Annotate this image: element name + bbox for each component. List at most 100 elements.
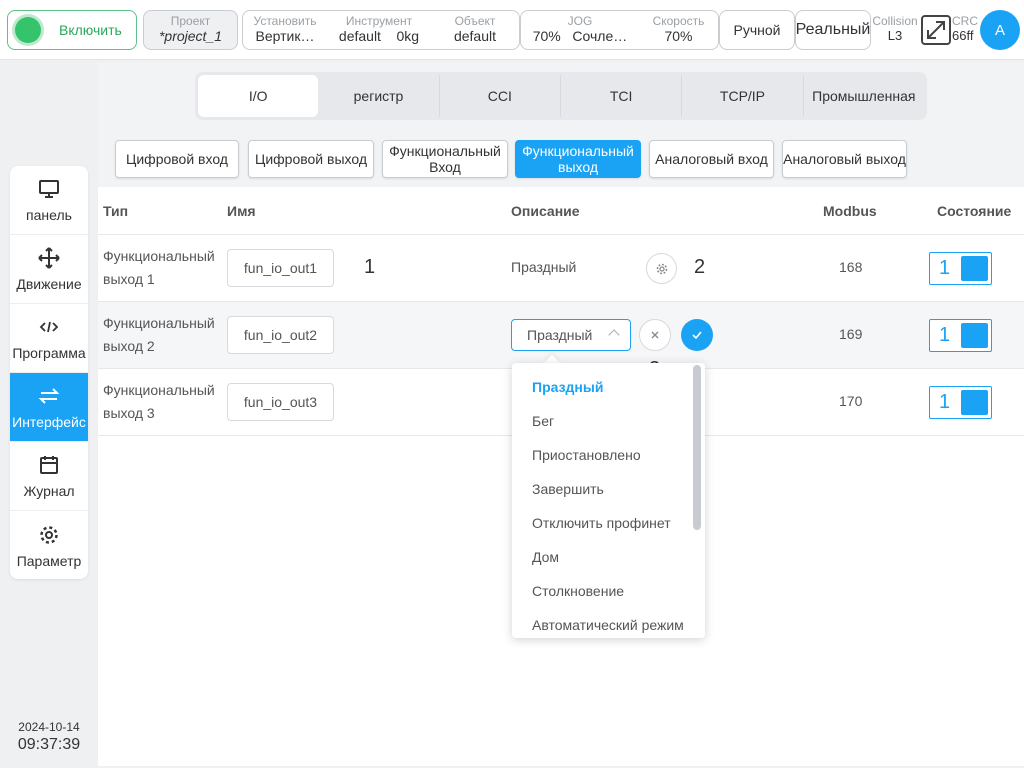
current-date: 2024-10-14 <box>18 720 80 734</box>
setup-group[interactable]: Установить Вертик… Инструмент default 0k… <box>242 10 520 50</box>
sidebar-item-label: Движение <box>16 276 82 292</box>
crc-caption: CRC <box>952 14 978 28</box>
setup-caption: Установить <box>253 14 317 28</box>
sidebar-item-motion[interactable]: Движение <box>10 235 88 304</box>
dropdown-option[interactable]: Дом <box>532 549 559 565</box>
object-caption: Объект <box>454 14 496 28</box>
subtab-analog-output[interactable]: Аналоговый выход <box>782 140 907 178</box>
table-header: Тип Имя Описание Modbus Состояние <box>98 187 1024 235</box>
tab-cci[interactable]: CCI <box>440 75 561 117</box>
annotation-1: 1 <box>364 256 376 278</box>
subtab-analog-input[interactable]: Аналоговый вход <box>649 140 774 178</box>
name-input[interactable]: fun_io_out2 <box>227 316 334 354</box>
sidebar-item-program[interactable]: Программа <box>10 304 88 373</box>
subtab-digital-output[interactable]: Цифровой выход <box>248 140 374 178</box>
jog-mode: Сочле… <box>572 28 628 44</box>
tab-tci[interactable]: TCI <box>561 75 683 117</box>
expand-icon[interactable] <box>921 15 951 45</box>
gear-icon <box>37 523 61 547</box>
project-value: *project_1 <box>158 28 223 44</box>
manual-mode-button[interactable]: Ручной <box>719 10 795 50</box>
sidebar-item-label: Журнал <box>23 483 75 499</box>
sidebar-item-label: панель <box>26 207 72 223</box>
tab-industrial[interactable]: Промышленная <box>804 75 924 117</box>
description-text: Праздный <box>511 259 577 275</box>
user-avatar[interactable]: A <box>980 10 1020 50</box>
modbus-address: 169 <box>839 326 863 342</box>
subtab-functional-output[interactable]: Функциональный выход <box>515 140 641 178</box>
object-value: default <box>453 28 497 44</box>
dropdown-scrollbar[interactable] <box>693 365 701 530</box>
enable-button[interactable]: Включить <box>7 10 137 50</box>
speed-cell[interactable]: Скорость 70% <box>639 11 718 49</box>
edit-description-button[interactable] <box>646 253 677 284</box>
sidebar-item-interface[interactable]: Интерфейс <box>10 373 88 442</box>
state-toggle[interactable]: 1 <box>929 252 992 285</box>
dropdown-option[interactable]: Отключить профинет <box>532 515 671 531</box>
dropdown-option[interactable]: Бег <box>532 413 554 429</box>
tab-io[interactable]: I/O <box>198 75 319 117</box>
sidebar-item-journal[interactable]: Журнал <box>10 442 88 511</box>
modbus-address: 170 <box>839 393 863 409</box>
column-header-type: Тип <box>103 203 129 219</box>
row-type: Функциональный выход 1 <box>103 248 215 287</box>
sidebar: панель Движение Программа Интерфейс Журн… <box>10 166 88 579</box>
dropdown-option[interactable]: Автоматический режим <box>532 617 684 633</box>
row-type: Функциональный выход 3 <box>103 382 215 421</box>
dropdown-option[interactable]: Столкновение <box>532 583 624 599</box>
state-toggle[interactable]: 1 <box>929 386 992 419</box>
code-icon <box>37 315 61 339</box>
real-mode-button[interactable]: Реальный <box>795 10 871 50</box>
system-clock: 2024-10-14 09:37:39 <box>10 720 88 754</box>
dropdown-option[interactable]: Завершить <box>532 481 604 497</box>
name-input[interactable]: fun_io_out3 <box>227 383 334 421</box>
jog-value: 70% Сочле… <box>521 28 639 45</box>
table-row: Функциональный выход 1 fun_io_out1 Празд… <box>98 235 1024 302</box>
jog-percent: 70% <box>532 28 561 44</box>
confirm-button[interactable] <box>681 319 713 351</box>
real-mode-label: Реальный <box>795 21 871 38</box>
project-caption: Проект <box>170 14 211 28</box>
crc-value: 66ff <box>952 28 974 43</box>
speed-value: 70% <box>664 28 693 44</box>
tab-register[interactable]: регистр <box>318 75 440 117</box>
cancel-button[interactable] <box>639 319 671 351</box>
tool-cell[interactable]: Инструмент default 0kg <box>327 11 431 49</box>
setup-cell[interactable]: Установить Вертик… <box>243 11 327 49</box>
sidebar-item-panel[interactable]: панель <box>10 166 88 235</box>
description-select[interactable]: Праздный <box>511 319 631 351</box>
enable-button-label: Включить <box>59 22 122 38</box>
dropdown-option[interactable]: Праздный <box>532 379 603 395</box>
manual-mode-label: Ручной <box>733 22 781 38</box>
calendar-icon <box>37 453 61 477</box>
tool-caption: Инструмент <box>345 14 413 28</box>
project-selector[interactable]: Проект *project_1 <box>143 10 238 50</box>
tool-name: default <box>338 28 381 44</box>
chevron-up-icon <box>608 329 620 341</box>
jog-caption: JOG <box>567 14 593 28</box>
check-icon <box>692 331 702 340</box>
io-type-subtabs: Цифровой вход Цифровой выход Функциональ… <box>98 140 1024 180</box>
state-indicator <box>961 390 988 415</box>
name-input[interactable]: fun_io_out1 <box>227 249 334 287</box>
state-indicator <box>961 256 988 281</box>
column-header-modbus: Modbus <box>823 203 877 219</box>
state-value: 1 <box>939 324 951 346</box>
jog-cell[interactable]: JOG 70% Сочле… <box>521 11 639 49</box>
tab-tcpip[interactable]: TCP/IP <box>682 75 804 117</box>
setup-value: Вертик… <box>255 28 315 44</box>
collision-level[interactable]: Collision L3 <box>872 14 918 44</box>
tool-value: default 0kg <box>327 28 431 45</box>
main-header: I/O регистр CCI TCI TCP/IP Промышленная … <box>98 62 1024 187</box>
subtab-digital-input[interactable]: Цифровой вход <box>115 140 239 178</box>
power-status-icon <box>15 17 41 43</box>
object-cell[interactable]: Объект default <box>431 11 519 49</box>
dropdown-option[interactable]: Приостановлено <box>532 447 641 463</box>
collision-value: L3 <box>887 28 903 43</box>
jog-group[interactable]: JOG 70% Сочле… Скорость 70% <box>520 10 719 50</box>
column-header-name: Имя <box>227 203 256 219</box>
subtab-functional-input[interactable]: Функциональный Вход <box>382 140 508 178</box>
state-toggle[interactable]: 1 <box>929 319 992 352</box>
sidebar-item-parameter[interactable]: Параметр <box>10 511 88 579</box>
gear-icon <box>656 263 667 274</box>
